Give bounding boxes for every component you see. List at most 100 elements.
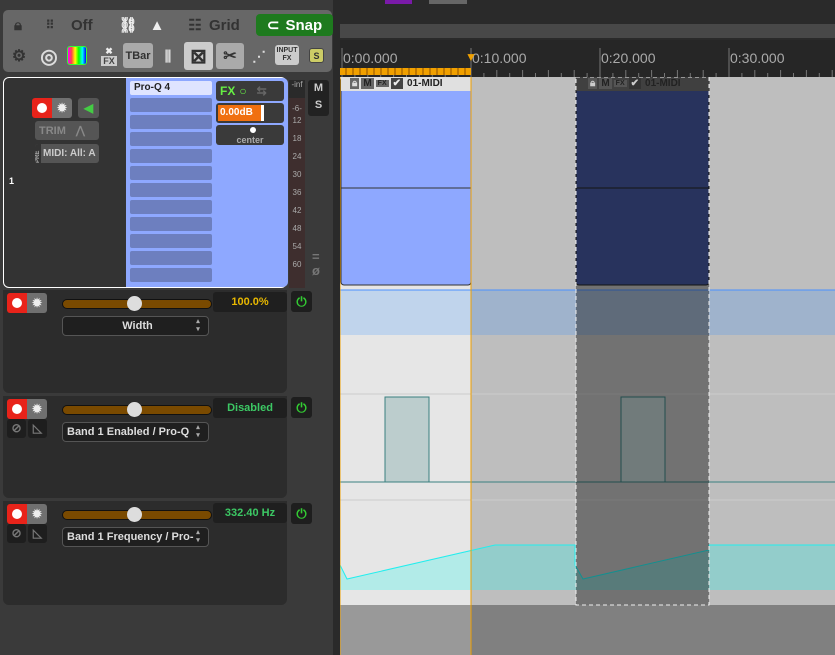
volume-value: 0.00dB bbox=[218, 105, 262, 121]
fx-slot[interactable]: Pro-Q 4 bbox=[130, 81, 212, 95]
item-mute-button[interactable]: M bbox=[361, 78, 374, 89]
s-button[interactable]: S bbox=[309, 48, 324, 63]
tbar-button[interactable]: TBar bbox=[123, 43, 153, 68]
parameter-select[interactable]: Width bbox=[62, 316, 209, 336]
envelope-points-icon[interactable]: ⋰ bbox=[247, 44, 271, 68]
envelope-arm-button[interactable] bbox=[7, 399, 27, 419]
trim-button[interactable]: TRIM ⋀ bbox=[35, 121, 99, 140]
slider-knob[interactable] bbox=[127, 507, 142, 522]
split-icon[interactable]: ✂ bbox=[216, 43, 244, 69]
envelope-slider[interactable] bbox=[62, 402, 212, 417]
envelope-slider[interactable] bbox=[62, 507, 212, 522]
fx-slot[interactable] bbox=[130, 268, 212, 282]
item-fx-button[interactable]: FX bbox=[375, 80, 389, 87]
meter-label: 24 bbox=[292, 152, 302, 161]
pan-label: center bbox=[236, 135, 264, 145]
fx-slot[interactable] bbox=[130, 166, 212, 180]
meter-label: 48 bbox=[292, 224, 302, 233]
envelope-arm-button[interactable] bbox=[7, 504, 27, 524]
hide-icon[interactable]: ⊘ bbox=[7, 419, 26, 438]
phase-swap-icon: ⇆ bbox=[256, 84, 267, 98]
fx-button[interactable]: FX ○ ⇆ bbox=[216, 81, 284, 101]
input-fx-button[interactable]: INPUT FX bbox=[275, 45, 299, 65]
item-mute-button[interactable]: M bbox=[599, 78, 612, 89]
slider-knob[interactable] bbox=[127, 296, 142, 311]
fx-slot[interactable] bbox=[130, 234, 212, 248]
arrange-view[interactable] bbox=[340, 77, 835, 655]
track-1-header[interactable]: ✹ ◀ TRIM ⋀ PRE MIDI: All: A 1 Pro-Q 4 FX ○ ⇆… bbox=[3, 77, 288, 288]
meter-label: 42 bbox=[292, 206, 302, 215]
fx-slot[interactable] bbox=[130, 115, 212, 129]
fx-slot[interactable] bbox=[130, 217, 212, 231]
color-icon[interactable] bbox=[67, 46, 87, 65]
gear-icon[interactable]: ✹ bbox=[27, 504, 47, 524]
parameter-select[interactable]: Band 1 Enabled / Pro-Q bbox=[62, 422, 209, 442]
gear-icon[interactable]: ✹ bbox=[27, 399, 47, 419]
item-fx-button[interactable]: FX bbox=[613, 80, 627, 87]
loop-icon[interactable]: ◎ bbox=[37, 44, 61, 68]
fx-slot[interactable] bbox=[130, 149, 212, 163]
item-label: 🔒︎ M FX ✔ 01-MIDI bbox=[588, 77, 681, 90]
monitor-icon[interactable]: ◀ bbox=[78, 98, 99, 118]
track-meter: -inf -6- 12 18 24 30 36 42 48 54 60 bbox=[289, 80, 305, 288]
empty-area bbox=[340, 605, 471, 655]
fx-slot[interactable] bbox=[130, 132, 212, 146]
envelope-slider[interactable] bbox=[62, 296, 212, 311]
fx-list: Pro-Q 4 FX ○ ⇆ 0.00dB center bbox=[126, 78, 288, 287]
snap-off-label[interactable]: Off bbox=[71, 16, 93, 34]
midi-item[interactable] bbox=[340, 77, 472, 286]
record-arm-button[interactable] bbox=[32, 98, 52, 118]
phase-icon[interactable]: = ø bbox=[312, 250, 320, 278]
envelope-arm-button[interactable] bbox=[7, 293, 27, 313]
fx-slot[interactable] bbox=[130, 200, 212, 214]
lock-icon[interactable]: 🔒︎ bbox=[9, 16, 27, 34]
gear-icon[interactable]: ✹ bbox=[52, 98, 72, 118]
snap-button[interactable]: ⊂ Snap bbox=[256, 14, 333, 36]
mixer-icon[interactable]: ⫼ bbox=[156, 44, 180, 68]
volume-fader[interactable]: 0.00dB bbox=[216, 103, 284, 123]
envelope-icon[interactable]: ✔ bbox=[628, 78, 642, 89]
slider-knob[interactable] bbox=[127, 402, 142, 417]
envelope-value: Disabled bbox=[213, 398, 287, 418]
fx-slot[interactable] bbox=[130, 98, 212, 112]
grid-icon[interactable]: ☷ bbox=[185, 16, 205, 34]
parameter-select[interactable]: Band 1 Frequency / Pro- bbox=[62, 527, 209, 547]
midi-input-label: MIDI: All: A bbox=[43, 148, 96, 159]
envelope-shape-icon[interactable]: ◺ bbox=[28, 419, 47, 438]
power-icon[interactable]: ⏻ bbox=[291, 291, 312, 312]
routing-icon[interactable]: ⚙ bbox=[7, 44, 31, 68]
empty-area bbox=[471, 605, 835, 655]
envelope-lane-width: ✹ 100.0% Width bbox=[3, 290, 287, 393]
loop-region-bar[interactable] bbox=[340, 68, 471, 75]
ripple-icon[interactable]: ⛓ bbox=[118, 14, 138, 36]
pan-slider[interactable]: center bbox=[216, 125, 284, 145]
hide-icon[interactable]: ⊘ bbox=[7, 524, 26, 543]
playhead-marker-icon[interactable]: ▼ bbox=[465, 50, 477, 64]
envelope-shape-icon[interactable]: ◺ bbox=[28, 524, 47, 543]
snap-grid-icon[interactable]: ⠿ bbox=[41, 16, 59, 34]
fx-label: FX bbox=[220, 84, 236, 98]
track-number: 1 bbox=[9, 176, 15, 186]
power-icon[interactable]: ⏻ bbox=[291, 397, 312, 418]
midi-input-select[interactable]: PRE MIDI: All: A bbox=[35, 144, 99, 163]
horizontal-scrollbar[interactable] bbox=[340, 24, 835, 38]
meter-label: -inf bbox=[289, 80, 305, 98]
meter-label: 30 bbox=[292, 170, 302, 179]
metronome-icon[interactable]: ▲ bbox=[149, 14, 165, 36]
top-control bbox=[429, 0, 467, 4]
gear-icon[interactable]: ✹ bbox=[27, 293, 47, 313]
solo-button[interactable]: S bbox=[308, 97, 329, 114]
crossfade-icon[interactable]: ⊠ bbox=[184, 42, 213, 70]
envelope-icon[interactable]: ✔ bbox=[390, 78, 404, 89]
fx-enabled-icon: ○ bbox=[239, 84, 247, 98]
fx-slot[interactable] bbox=[130, 251, 212, 265]
fx-slot[interactable] bbox=[130, 183, 212, 197]
mute-button[interactable]: M bbox=[308, 80, 329, 97]
grid-label[interactable]: Grid bbox=[209, 16, 240, 34]
lock-icon[interactable]: 🔒︎ bbox=[588, 78, 598, 89]
band-enabled-envelope bbox=[384, 396, 430, 483]
fx-bypass-button[interactable]: ✖ FX bbox=[97, 44, 121, 68]
lock-icon[interactable]: 🔒︎ bbox=[350, 78, 360, 89]
power-icon[interactable]: ⏻ bbox=[291, 503, 312, 524]
item-label: 🔒︎ M FX ✔ 01-MIDI bbox=[350, 77, 443, 90]
